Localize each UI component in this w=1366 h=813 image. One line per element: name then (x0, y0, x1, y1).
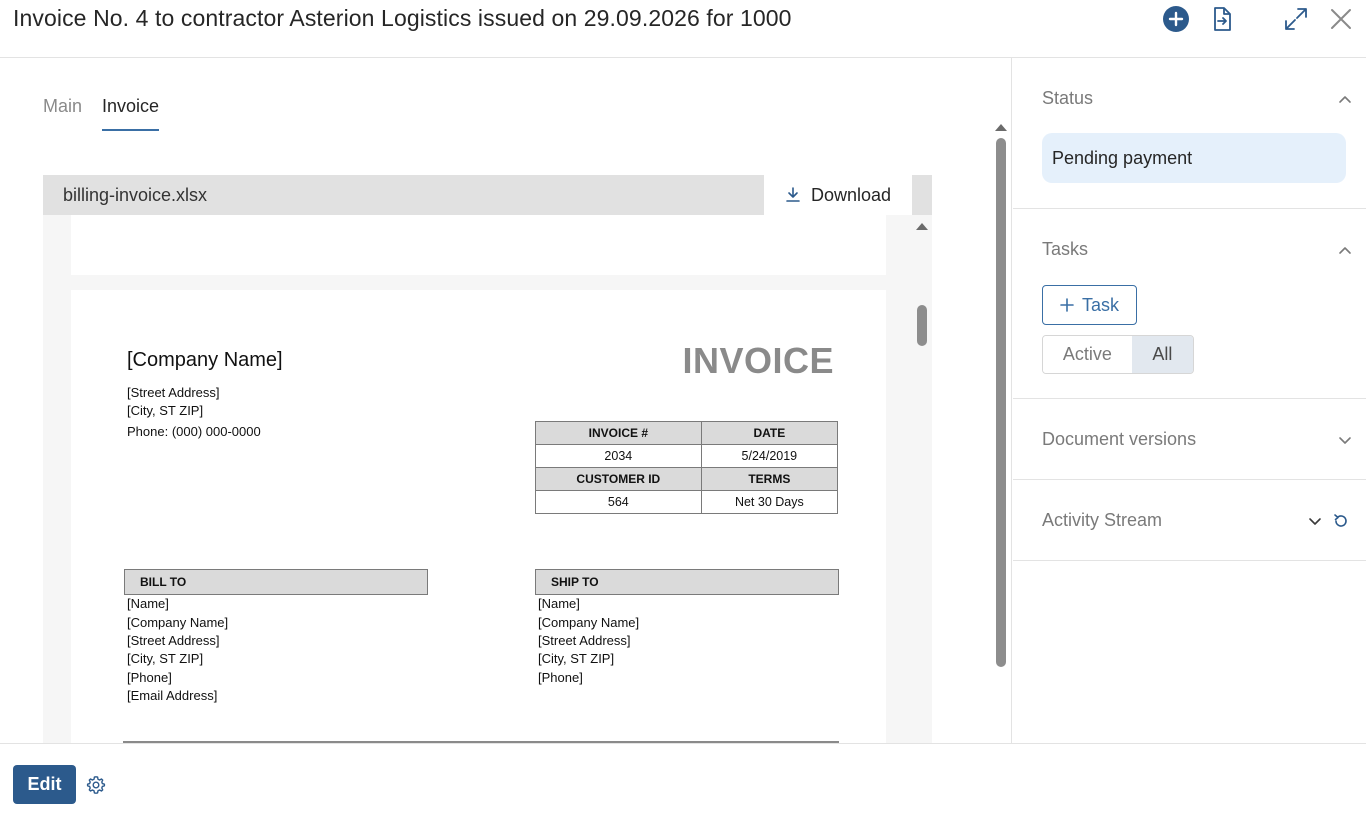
tab-bar: Main Invoice (43, 95, 160, 131)
export-button[interactable] (1207, 5, 1235, 33)
document-versions-title: Document versions (1042, 429, 1197, 449)
close-button[interactable] (1327, 5, 1355, 33)
chevron-up-icon[interactable] (1338, 92, 1352, 106)
date-header: DATE (700, 421, 839, 445)
chevron-down-icon[interactable] (1338, 433, 1352, 447)
expand-button[interactable] (1282, 5, 1310, 33)
status-section: Status Pending payment (1013, 58, 1366, 209)
add-task-label: Task (1081, 294, 1119, 315)
terms-value: Net 30 Days (700, 490, 839, 514)
add-button[interactable] (1162, 5, 1190, 33)
ship-to-name: [Name] (538, 596, 580, 611)
invoice-heading: INVOICE (682, 340, 834, 381)
tab-main[interactable]: Main (43, 95, 82, 131)
customer-id-header: CUSTOMER ID (535, 467, 702, 491)
file-bar: billing-invoice.xlsx Download (43, 175, 932, 215)
status-title: Status (1042, 88, 1094, 108)
add-icon (1163, 6, 1189, 32)
city-state-zip: [City, ST ZIP] (127, 403, 204, 418)
viewer-scrollbar-thumb[interactable] (917, 305, 927, 346)
company-name: [Company Name] (127, 349, 283, 371)
bill-to-header: BILL TO (124, 569, 428, 595)
tasks-section: Tasks Task Active All (1013, 209, 1366, 399)
page-title: Invoice No. 4 to contractor Asterion Log… (13, 5, 792, 31)
bill-to-city: [City, ST ZIP] (127, 651, 204, 666)
ship-to-city: [City, ST ZIP] (538, 651, 615, 666)
street-address: [Street Address] (127, 385, 220, 400)
task-filter-active[interactable]: Active (1043, 336, 1132, 373)
invoice-page: [Company Name] [Street Address] [City, S… (71, 290, 886, 743)
spreadsheet-viewer[interactable]: [Company Name] [Street Address] [City, S… (43, 215, 932, 743)
tab-invoice[interactable]: Invoice (102, 95, 160, 131)
bill-to-name: [Name] (127, 596, 169, 611)
previous-page (71, 215, 886, 275)
bill-to-phone: [Phone] (127, 670, 172, 685)
download-button[interactable]: Download (764, 175, 912, 215)
export-icon (1214, 7, 1231, 31)
invoice-number-header: INVOICE # (535, 421, 702, 445)
activity-stream-title: Activity Stream (1042, 510, 1163, 530)
task-filter: Active All (1042, 335, 1194, 374)
ship-to-company: [Company Name] (538, 615, 640, 630)
company-phone: Phone: (000) 000-0000 (127, 424, 261, 439)
add-task-button[interactable]: Task (1042, 285, 1137, 325)
bill-to-company: [Company Name] (127, 615, 229, 630)
edit-button[interactable]: Edit (13, 765, 76, 804)
expand-icon (1285, 8, 1307, 30)
bill-to-email: [Email Address] (127, 688, 218, 703)
invoice-number-value: 2034 (535, 444, 702, 468)
ship-to-phone: [Phone] (538, 670, 583, 685)
activity-stream-section[interactable]: Activity Stream (1013, 480, 1366, 561)
document-versions-section[interactable]: Document versions (1013, 399, 1366, 480)
download-label: Download (810, 184, 892, 205)
viewer-scroll-up-arrow[interactable] (916, 223, 928, 230)
footer: Edit (0, 743, 1366, 813)
download-icon (786, 187, 800, 202)
status-badge[interactable]: Pending payment (1042, 133, 1346, 183)
chevron-up-icon[interactable] (1338, 243, 1352, 257)
terms-header: TERMS (700, 467, 839, 491)
content-scroll-up-arrow[interactable] (995, 124, 1007, 131)
date-value: 5/24/2019 (700, 444, 839, 468)
ship-to-header: SHIP TO (535, 569, 839, 595)
customer-id-value: 564 (535, 490, 702, 514)
plus-icon (1060, 298, 1074, 312)
content-scrollbar-thumb[interactable] (996, 138, 1006, 667)
ship-to-street: [Street Address] (538, 633, 631, 648)
tasks-title: Tasks (1042, 239, 1089, 259)
gear-icon[interactable] (86, 775, 106, 795)
side-panel: Status Pending payment Tasks Task Active… (1013, 58, 1366, 743)
invoice-meta-table: INVOICE # DATE 2034 5/24/2019 CUSTOMER I… (535, 421, 839, 514)
task-filter-all[interactable]: All (1131, 336, 1193, 373)
refresh-icon[interactable] (1333, 513, 1349, 529)
document-content: Main Invoice billing-invoice.xlsx Downlo… (0, 58, 1012, 743)
chevron-down-icon[interactable] (1308, 514, 1322, 528)
header: Invoice No. 4 to contractor Asterion Log… (0, 0, 1366, 58)
file-name: billing-invoice.xlsx (63, 185, 208, 205)
close-icon (1331, 9, 1351, 29)
bill-to-street: [Street Address] (127, 633, 220, 648)
